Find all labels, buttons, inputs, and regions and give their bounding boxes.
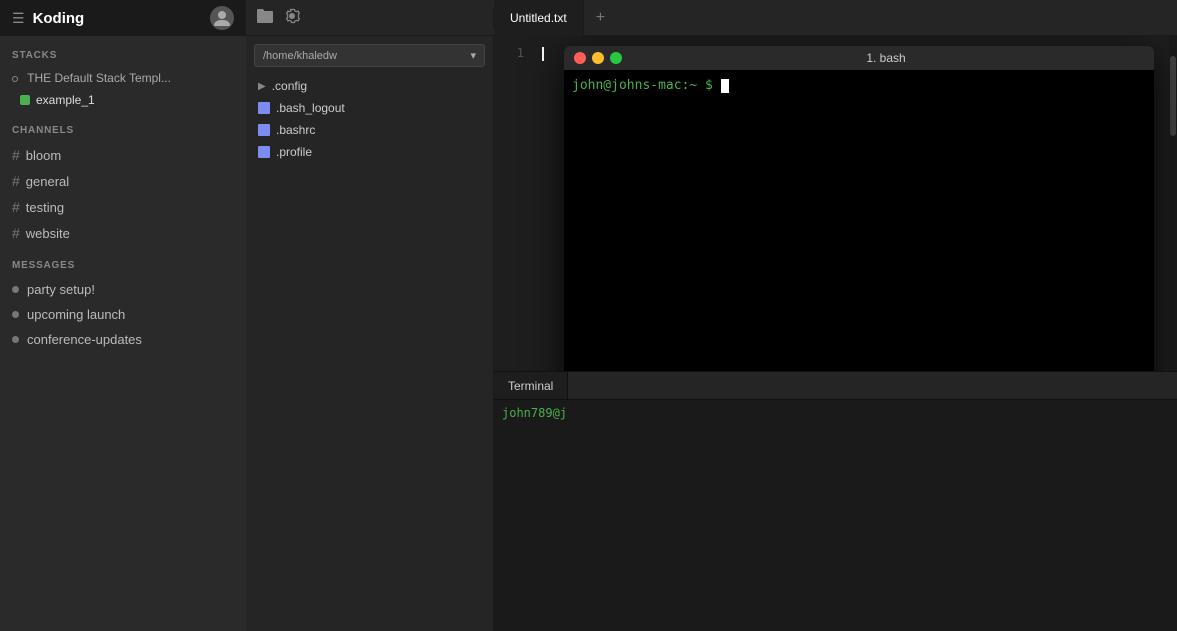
bash-terminal-window: 1. bash john@johns-mac:~ $ (564, 46, 1154, 371)
channels-section-label: CHANNELS (0, 111, 246, 142)
editor-area: /home/khaledw ▾ ▶ .config .bash_logout .… (246, 36, 1177, 631)
file-icon (258, 146, 270, 158)
tab-bar: Untitled.txt + (494, 0, 1177, 36)
stack-machine[interactable]: example_1 (0, 89, 246, 111)
terminal-pane: Terminal john789@j (494, 371, 1177, 631)
tree-item-label: .bash_logout (276, 101, 345, 115)
bash-prompt: john@johns-mac:~ $ (572, 78, 713, 93)
main-panel: Untitled.txt + /home/khaledw ▾ ▶ .config… (246, 0, 1177, 631)
editor-main[interactable]: 1 1. bash john@johns-mac:~ $ (494, 36, 1177, 371)
tree-item-config[interactable]: ▶ .config (246, 75, 493, 97)
machine-name: example_1 (36, 93, 95, 107)
hamburger-icon[interactable]: ☰ (12, 10, 25, 27)
file-icon (258, 124, 270, 136)
cursor (542, 47, 544, 61)
channel-label: general (26, 174, 69, 189)
message-label: party setup! (27, 282, 95, 297)
close-button[interactable] (574, 52, 586, 64)
messages-section-label: MESSAGES (0, 246, 246, 277)
file-icon (258, 102, 270, 114)
tree-item-label: .profile (276, 145, 312, 159)
channel-label: testing (26, 200, 64, 215)
terminal-tab-bar: Terminal (494, 372, 1177, 400)
sidebar: ☰ Koding STACKS THE Default Stack Templ.… (0, 0, 246, 631)
message-item-upcoming-launch[interactable]: upcoming launch (0, 302, 246, 327)
hash-icon: # (12, 199, 20, 215)
channel-item-general[interactable]: # general (0, 168, 246, 194)
tree-item-profile[interactable]: .profile (246, 141, 493, 163)
terminal-body[interactable]: john789@j (494, 400, 1177, 631)
chevron-right-icon: ▶ (258, 81, 266, 92)
bash-body[interactable]: john@johns-mac:~ $ (564, 70, 1154, 371)
sidebar-header: ☰ Koding (0, 0, 246, 36)
tree-item-bash-logout[interactable]: .bash_logout (246, 97, 493, 119)
channel-item-testing[interactable]: # testing (0, 194, 246, 220)
channel-label: website (26, 226, 70, 241)
channel-item-bloom[interactable]: # bloom (0, 142, 246, 168)
maximize-button[interactable] (610, 52, 622, 64)
scrollbar-thumb[interactable] (1170, 56, 1176, 136)
app-logo: Koding (33, 10, 85, 27)
tab-add-button[interactable]: + (584, 0, 617, 36)
message-item-party-setup[interactable]: party setup! (0, 277, 246, 302)
avatar[interactable] (210, 6, 234, 30)
minimize-button[interactable] (592, 52, 604, 64)
editor-content: 1 1. bash john@johns-mac:~ $ (494, 36, 1177, 631)
message-item-conference-updates[interactable]: conference-updates (0, 327, 246, 352)
settings-icon[interactable] (284, 8, 300, 28)
stacks-section-label: STACKS (0, 36, 246, 67)
path-text: /home/khaledw (263, 50, 337, 62)
terminal-prompt: john789@j (502, 406, 567, 420)
hash-icon: # (12, 173, 20, 189)
file-tree-panel: /home/khaledw ▾ ▶ .config .bash_logout .… (246, 36, 494, 631)
bash-window-title: 1. bash (628, 51, 1144, 65)
message-dot (12, 336, 19, 343)
terminal-tab-label: Terminal (508, 379, 553, 393)
tree-item-label: .config (272, 79, 307, 93)
message-label: conference-updates (27, 332, 142, 347)
hash-icon: # (12, 147, 20, 163)
bash-cursor (721, 79, 729, 93)
scrollbar-track (1169, 36, 1177, 371)
plus-icon: + (596, 9, 605, 27)
message-dot (12, 286, 19, 293)
line-number-1: 1 (494, 46, 524, 60)
hash-icon: # (12, 225, 20, 241)
tab-untitled[interactable]: Untitled.txt (494, 0, 584, 36)
tree-item-bashrc[interactable]: .bashrc (246, 119, 493, 141)
channel-label: bloom (26, 148, 61, 163)
tab-label: Untitled.txt (510, 11, 567, 25)
terminal-tab[interactable]: Terminal (494, 372, 568, 399)
stack-name: THE Default Stack Templ... (27, 71, 171, 85)
tree-item-label: .bashrc (276, 123, 315, 137)
message-dot (12, 311, 19, 318)
machine-status-dot (20, 95, 30, 105)
path-selector[interactable]: /home/khaledw ▾ (254, 44, 485, 67)
channel-item-website[interactable]: # website (0, 220, 246, 246)
message-label: upcoming launch (27, 307, 125, 322)
line-numbers: 1 (494, 36, 534, 371)
bash-titlebar: 1. bash (564, 46, 1154, 70)
chevron-down-icon: ▾ (470, 49, 476, 62)
stack-item[interactable]: THE Default Stack Templ... (0, 67, 246, 89)
topbar-left (246, 8, 494, 28)
topbar: Untitled.txt + (246, 0, 1177, 36)
folder-icon[interactable] (256, 8, 274, 28)
